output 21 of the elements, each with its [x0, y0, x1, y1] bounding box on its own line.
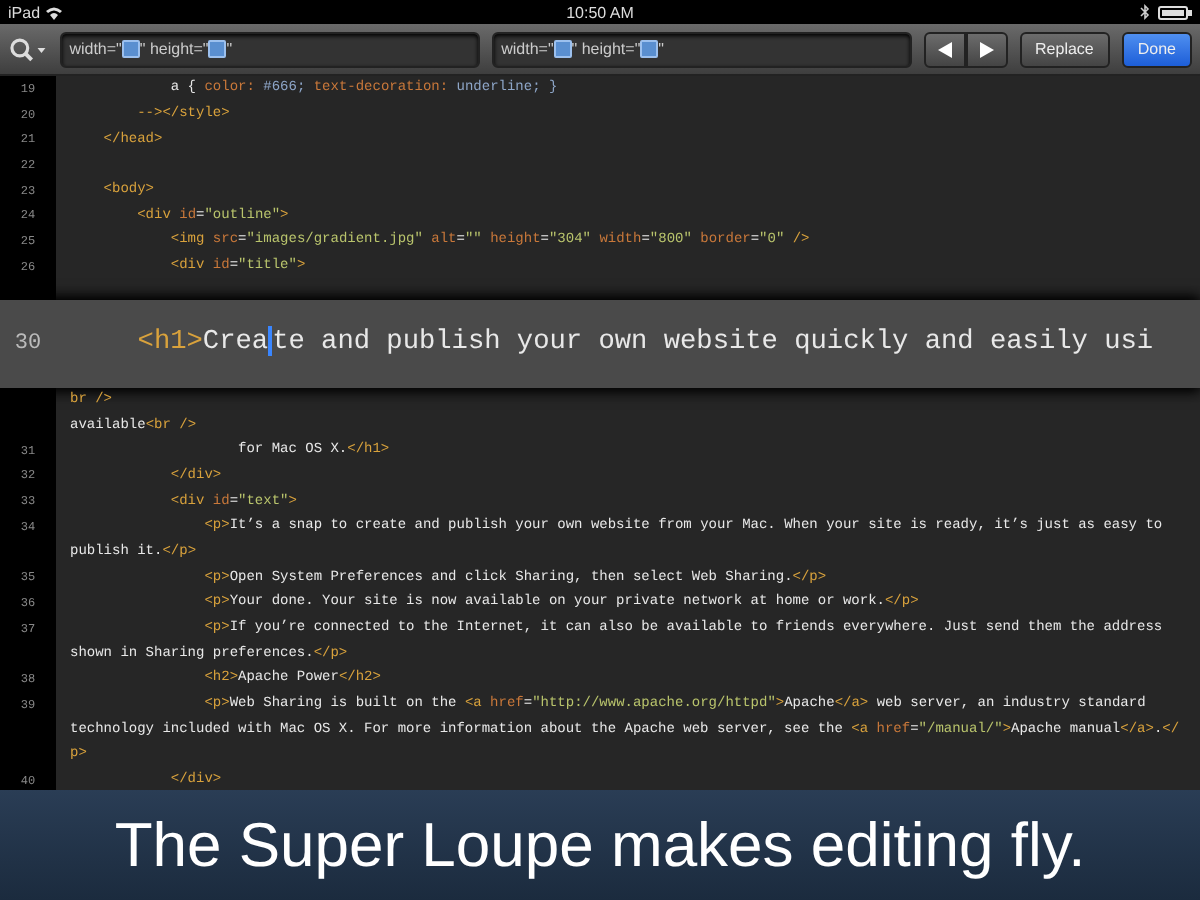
bluetooth-icon: [1140, 4, 1150, 20]
replace-button[interactable]: Replace: [1019, 31, 1110, 67]
token-icon: [640, 40, 659, 58]
next-button[interactable]: [965, 31, 1008, 67]
wifi-icon: [46, 5, 63, 19]
device-name: iPad: [8, 3, 41, 21]
caption-text: The Super Loupe makes editing fly.: [114, 809, 1086, 881]
previous-button[interactable]: [923, 31, 966, 67]
find-field[interactable]: width=" " height=" ": [59, 31, 480, 67]
battery-icon: [1158, 5, 1192, 19]
line-number: 30: [12, 331, 44, 355]
search-icon[interactable]: [8, 37, 48, 61]
right-triangle-icon: [979, 41, 994, 57]
done-button[interactable]: Done: [1121, 31, 1192, 67]
token-icon: [121, 40, 140, 58]
token-icon: [208, 40, 227, 58]
token-icon: [553, 40, 572, 58]
left-triangle-icon: [937, 41, 952, 57]
replace-field[interactable]: width=" " height=" ": [491, 31, 912, 67]
code-line: <h1>Crea te and publish your own website quickly and easily usi: [135, 326, 1154, 360]
status-time: 10:50 AM: [566, 3, 634, 21]
